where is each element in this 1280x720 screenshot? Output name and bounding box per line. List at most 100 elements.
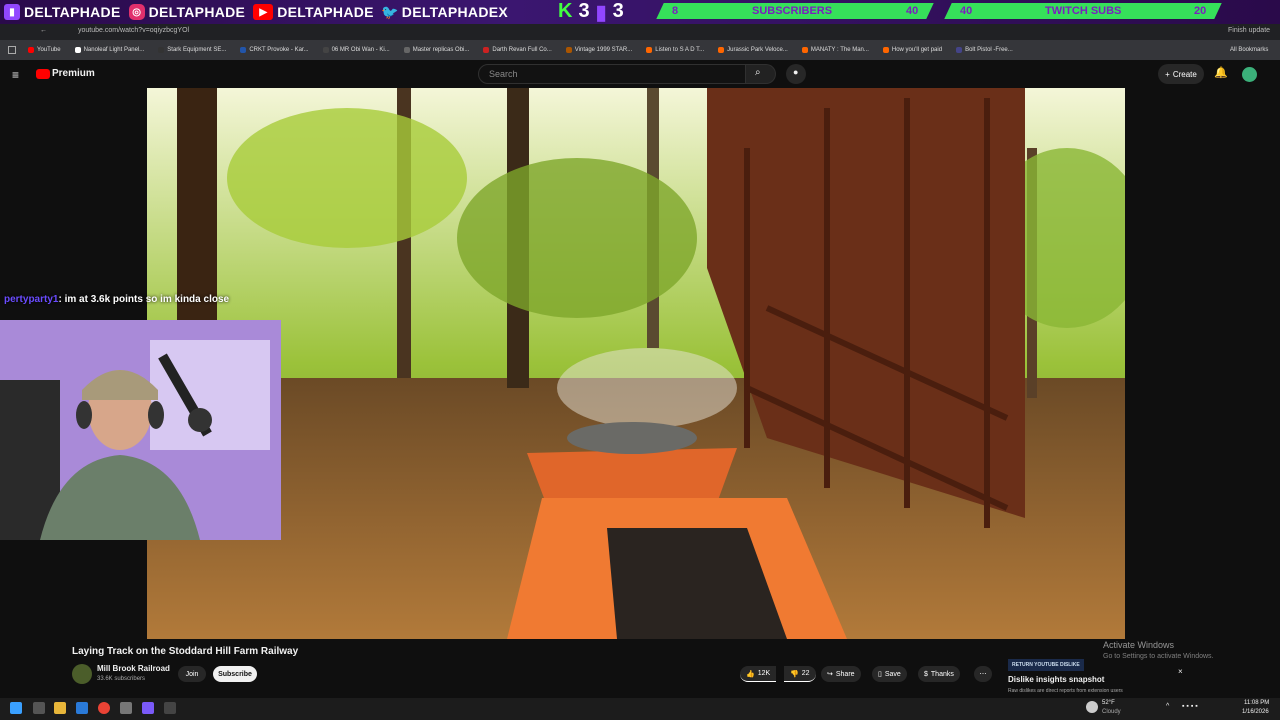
bookmark-item[interactable]: Bolt Pistol -Free... xyxy=(956,47,1013,53)
save-button[interactable]: ▯ Save xyxy=(872,666,907,682)
notifications-bell-icon[interactable]: 🔔 xyxy=(1214,66,1228,79)
share-button[interactable]: ↪ Share xyxy=(821,666,861,682)
back-arrow-icon[interactable]: ← xyxy=(40,27,47,34)
favicon-icon xyxy=(403,47,410,53)
avatar[interactable] xyxy=(1242,67,1257,82)
app-icon[interactable] xyxy=(76,702,88,714)
app-icon[interactable] xyxy=(120,702,132,714)
youtube-logo-icon[interactable] xyxy=(36,69,50,79)
like-button[interactable]: 👍 12K xyxy=(740,666,777,682)
bits-icon: ▮ xyxy=(595,1,607,24)
tray-chevron-icon[interactable]: ^ xyxy=(1166,703,1169,710)
bookmark-item[interactable]: CRKT Provoke - Kar... xyxy=(240,47,309,53)
youtube-favicon-icon xyxy=(28,47,34,53)
chat-text: : im at 3.6k points so im kinda close xyxy=(58,294,230,305)
favicon-icon xyxy=(718,47,725,53)
subscribers-label: SUBSCRIBERS xyxy=(751,5,832,17)
bookmark-item[interactable]: Master replicas Obi... xyxy=(403,47,469,53)
search-input[interactable]: Search xyxy=(478,64,746,84)
task-view-icon[interactable] xyxy=(33,702,45,714)
browser-address-bar[interactable]: ← youtube.com/watch?v=oqiyzbcgYOl Finish… xyxy=(0,24,1280,40)
webcam-frame xyxy=(0,320,281,540)
tray-icons[interactable]: ▪ ▪ ▪ ▪ xyxy=(1182,703,1198,710)
favicon-icon xyxy=(646,47,653,53)
subscribers-current: 8 xyxy=(672,5,679,17)
social-handle: DELTAPHADE xyxy=(277,4,374,20)
activate-windows-title: Activate Windows xyxy=(1103,640,1175,650)
voice-search-button[interactable]: ● xyxy=(786,64,806,84)
social-handle: DELTAPHADE xyxy=(24,4,121,20)
bookmark-item[interactable]: Listen to S A D T... xyxy=(646,47,704,53)
social-instagram: ◎ DELTAPHADE xyxy=(125,0,250,24)
dislike-button[interactable]: 👎 22 xyxy=(784,666,816,682)
clock-time[interactable]: 11:08 PM xyxy=(1244,700,1269,706)
file-explorer-icon[interactable] xyxy=(54,702,66,714)
weather-temp[interactable]: 52°F xyxy=(1102,700,1115,706)
channel-name[interactable]: Mill Brook Railroad xyxy=(97,664,170,673)
return-dislike-ribbon: RETURN YOUTUBE DISLIKE xyxy=(1008,659,1084,671)
like-count: 12K xyxy=(757,670,771,677)
twitter-icon: 🐦 xyxy=(381,3,399,20)
chrome-icon[interactable] xyxy=(98,702,110,714)
thumbs-down-icon: 👎 xyxy=(790,670,799,678)
video-frame-forest-railway xyxy=(147,88,1125,639)
more-actions-button[interactable]: ⋯ xyxy=(974,666,992,682)
bookmark-item[interactable]: MANATY : The Man... xyxy=(801,47,869,53)
twitch-subs-current: 40 xyxy=(960,5,973,17)
streamer-webcam xyxy=(0,320,281,540)
favicon-icon xyxy=(240,47,247,53)
start-windows-icon[interactable] xyxy=(10,702,22,714)
bookmark-item[interactable]: Vintage 1999 STAR... xyxy=(565,47,632,53)
stream-chat-message: pertyparty1: im at 3.6k points so im kin… xyxy=(4,294,229,305)
apps-grid-icon[interactable] xyxy=(8,46,16,54)
close-icon[interactable]: × xyxy=(1178,667,1183,676)
plus-icon: + xyxy=(1165,69,1170,79)
update-button[interactable]: Finish update xyxy=(1228,27,1270,34)
chat-username: pertyparty1 xyxy=(4,294,59,305)
twitch-icon: ▮ xyxy=(4,4,20,20)
dislike-insights-subtitle: Raw dislikes are direct reports from ext… xyxy=(1008,688,1123,694)
youtube-icon: ▶ xyxy=(253,4,274,20)
create-button[interactable]: + Create xyxy=(1158,64,1204,84)
bookmark-icon: ▯ xyxy=(878,671,882,678)
social-handle: DELTAPHADE xyxy=(148,4,246,20)
clock-date[interactable]: 1/16/2026 xyxy=(1242,709,1269,715)
bookmarks-bar: YouTube Nanoleaf Light Panel... Stark Eq… xyxy=(0,40,1280,60)
thanks-button[interactable]: $ Thanks xyxy=(918,666,960,682)
all-bookmarks[interactable]: All Bookmarks xyxy=(1230,47,1268,53)
video-title: Laying Track on the Stoddard Hill Farm R… xyxy=(72,646,299,657)
kick-count: 3 xyxy=(578,0,590,22)
search-button[interactable]: ⌕ xyxy=(746,64,776,84)
youtube-logo-text[interactable]: Premium xyxy=(52,68,95,79)
url-text[interactable]: youtube.com/watch?v=oqiyzbcgYOl xyxy=(78,27,189,34)
weather-desc[interactable]: Cloudy xyxy=(1102,709,1121,715)
bookmark-item[interactable]: Jurassic Park Veloce... xyxy=(718,47,788,53)
social-youtube: ▶ DELTAPHADE xyxy=(249,0,378,24)
stream-overlay-banner: ▮ DELTAPHADE ◎ DELTAPHADE ▶ DELTAPHADE 🐦… xyxy=(0,0,1280,24)
obs-icon[interactable] xyxy=(164,702,176,714)
bookmark-item[interactable]: Nanoleaf Light Panel... xyxy=(74,47,144,53)
bookmark-item[interactable]: How you'll get paid xyxy=(882,47,942,53)
channel-avatar[interactable] xyxy=(72,664,92,684)
bookmark-item[interactable]: Stark Equipment SE... xyxy=(158,47,226,53)
discord-icon[interactable] xyxy=(142,702,154,714)
join-button[interactable]: Join xyxy=(178,666,206,682)
subscribers-goal-bar: 8 SUBSCRIBERS 40 xyxy=(656,3,934,19)
bookmark-item[interactable]: 06 MR Obi Wan - Ki... xyxy=(322,47,390,53)
dislike-insights-title: Dislike insights snapshot xyxy=(1008,675,1105,684)
thanks-icon: $ xyxy=(924,670,928,678)
thumbs-up-icon: 👍 xyxy=(746,670,755,678)
bookmark-item[interactable]: YouTube xyxy=(28,47,61,53)
menu-icon[interactable]: ≡ xyxy=(12,68,19,82)
bookmark-item[interactable]: Darth Revan Full Co... xyxy=(483,47,552,53)
favicon-icon xyxy=(158,47,165,53)
weather-cloud-icon[interactable] xyxy=(1086,701,1098,713)
favicon-icon xyxy=(956,47,963,53)
dislike-count: 22 xyxy=(801,670,810,677)
video-player[interactable] xyxy=(147,88,1125,639)
mic-icon: ● xyxy=(793,67,799,77)
subscribers-goal: 40 xyxy=(905,5,918,17)
subscribe-button[interactable]: Subscribe xyxy=(213,666,257,682)
kick-icon: K xyxy=(558,0,573,22)
activate-windows-subtitle: Go to Settings to activate Windows. xyxy=(1103,653,1214,660)
